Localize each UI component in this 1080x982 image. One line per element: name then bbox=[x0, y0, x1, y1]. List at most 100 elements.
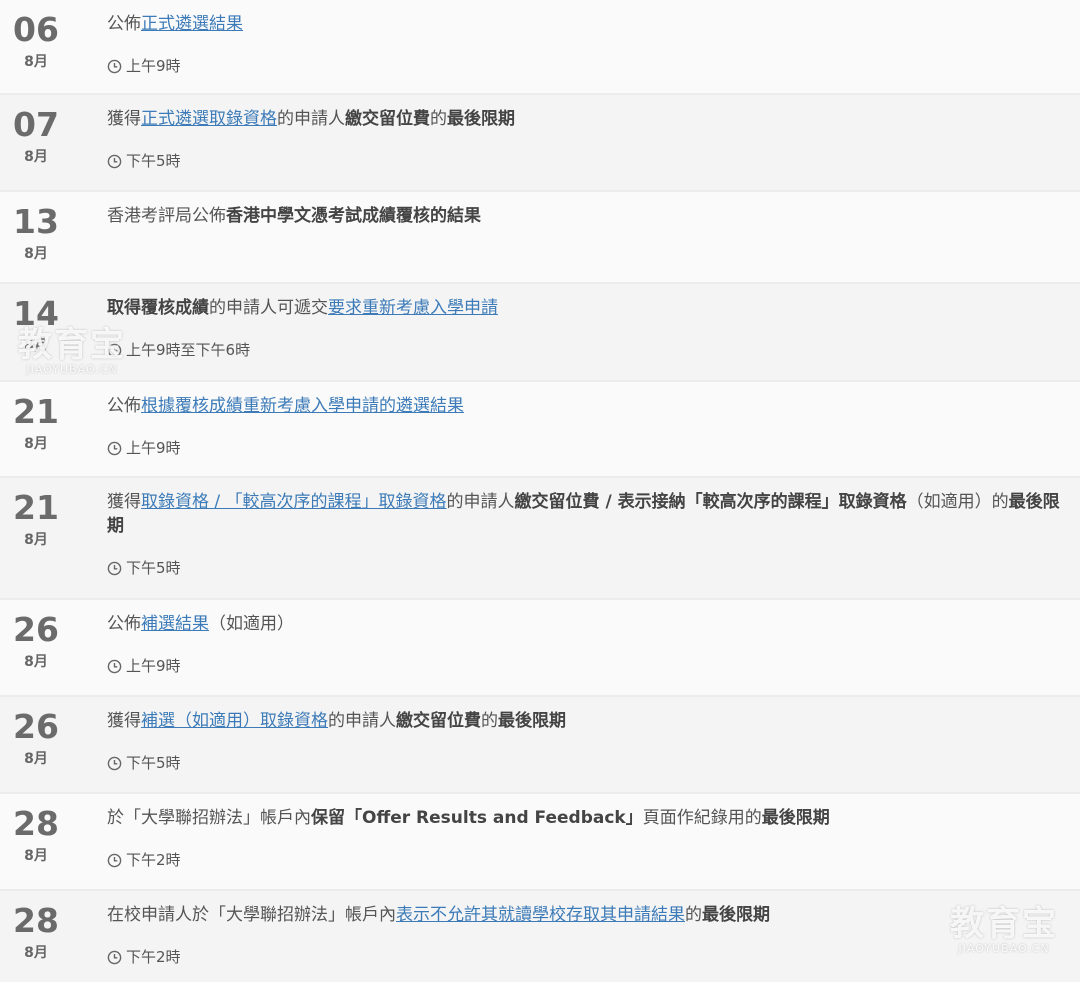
event-content: 於「大學聯招辦法」帳戶內保留「Offer Results and Feedbac… bbox=[107, 806, 1062, 870]
event-text: 的申請人 bbox=[328, 711, 396, 731]
event-text: 的申請人可遞交 bbox=[209, 298, 328, 318]
clock-icon bbox=[107, 154, 122, 168]
event-content: 獲得正式遴選取錄資格的申請人繳交留位費的最後限期 下午5時 bbox=[107, 107, 1062, 171]
clock-icon bbox=[107, 950, 122, 964]
event-time-text: 上午9時 bbox=[126, 657, 181, 675]
event-text: 的申請人 bbox=[277, 109, 345, 129]
date-month: 8月 bbox=[24, 532, 48, 548]
event-emphasis: 最後限期 bbox=[761, 808, 830, 828]
clock-icon bbox=[107, 659, 122, 673]
event-link[interactable]: 補選結果 bbox=[141, 614, 209, 634]
event-link[interactable]: 表示不允許其就讀學校存取其申請結果 bbox=[396, 905, 685, 925]
event-emphasis: 保留「Offer Results and Feedback」 bbox=[311, 808, 643, 828]
event-time: 下午5時 bbox=[107, 753, 1062, 773]
event-text: 公佈 bbox=[107, 14, 141, 34]
date-day: 26 bbox=[13, 610, 59, 649]
event-time: 上午9時 bbox=[107, 438, 1062, 458]
date-day: 21 bbox=[13, 392, 59, 431]
date-month: 8月 bbox=[24, 848, 48, 864]
event-content: 公佈正式遴選結果 上午9時 bbox=[107, 12, 1062, 76]
event-description: 獲得補選（如適用）取錄資格的申請人繳交留位費的最後限期 bbox=[107, 709, 1062, 733]
event-content: 公佈補選結果（如適用） 上午9時 bbox=[107, 612, 1062, 676]
event-time-text: 下午2時 bbox=[126, 851, 181, 869]
event-description: 公佈正式遴選結果 bbox=[107, 12, 1062, 36]
event-text: 獲得 bbox=[107, 109, 141, 129]
event-link[interactable]: 補選（如適用）取錄資格 bbox=[141, 711, 328, 731]
timeline-row: 28 8月 在校申請人於「大學聯招辦法」帳戶內表示不允許其就讀學校存取其申請結果… bbox=[0, 891, 1080, 982]
event-text: 公佈 bbox=[107, 614, 141, 634]
event-time-text: 下午5時 bbox=[126, 754, 181, 772]
date-day: 06 bbox=[13, 10, 59, 49]
event-content: 在校申請人於「大學聯招辦法」帳戶內表示不允許其就讀學校存取其申請結果的最後限期 … bbox=[107, 903, 1062, 967]
event-time-text: 上午9時至下午6時 bbox=[126, 341, 251, 359]
event-time: 下午2時 bbox=[107, 947, 1062, 967]
event-time: 下午5時 bbox=[107, 151, 1062, 171]
timeline: 06 8月 公佈正式遴選結果 上午9時 07 8月 獲得正式遴選取錄資格的申請人… bbox=[0, 0, 1080, 982]
event-content: 取得覆核成績的申請人可遞交要求重新考慮入學申請 上午9時至下午6時 bbox=[107, 296, 1062, 360]
event-time-text: 下午5時 bbox=[126, 559, 181, 577]
event-link[interactable]: 要求重新考慮入學申請 bbox=[328, 298, 498, 318]
date-block: 26 8月 bbox=[0, 707, 72, 769]
event-time-text: 下午5時 bbox=[126, 152, 181, 170]
timeline-row: 13 8月 香港考評局公佈香港中學文憑考試成績覆核的結果 bbox=[0, 192, 1080, 284]
date-month: 8月 bbox=[24, 149, 48, 165]
event-link[interactable]: 取錄資格 / 「較高次序的課程」取錄資格 bbox=[141, 492, 447, 512]
event-description: 獲得取錄資格 / 「較高次序的課程」取錄資格的申請人繳交留位費 / 表示接納「較… bbox=[107, 490, 1062, 538]
event-emphasis: 最後限期 bbox=[447, 109, 515, 129]
event-description: 於「大學聯招辦法」帳戶內保留「Offer Results and Feedbac… bbox=[107, 806, 1062, 830]
date-month: 8月 bbox=[24, 338, 48, 354]
date-block: 21 8月 bbox=[0, 488, 72, 550]
clock-icon bbox=[107, 756, 122, 770]
timeline-row: 28 8月 於「大學聯招辦法」帳戶內保留「Offer Results and F… bbox=[0, 794, 1080, 891]
date-block: 28 8月 bbox=[0, 901, 72, 963]
date-day: 21 bbox=[13, 488, 59, 527]
timeline-row: 07 8月 獲得正式遴選取錄資格的申請人繳交留位費的最後限期 下午5時 bbox=[0, 95, 1080, 192]
clock-icon bbox=[107, 59, 122, 73]
event-text: 於「大學聯招辦法」帳戶內 bbox=[107, 808, 311, 828]
event-description: 公佈補選結果（如適用） bbox=[107, 612, 1062, 636]
date-month: 8月 bbox=[24, 751, 48, 767]
event-text: 的 bbox=[685, 905, 702, 925]
event-text: 的 bbox=[481, 711, 498, 731]
event-description: 獲得正式遴選取錄資格的申請人繳交留位費的最後限期 bbox=[107, 107, 1062, 131]
timeline-row: 14 8月 取得覆核成績的申請人可遞交要求重新考慮入學申請 上午9時至下午6時 … bbox=[0, 284, 1080, 382]
clock-icon bbox=[107, 853, 122, 867]
timeline-row: 26 8月 獲得補選（如適用）取錄資格的申請人繳交留位費的最後限期 下午5時 bbox=[0, 697, 1080, 794]
event-text: （如適用） bbox=[209, 614, 294, 634]
event-description: 公佈根據覆核成績重新考慮入學申請的遴選結果 bbox=[107, 394, 1062, 418]
event-time: 下午5時 bbox=[107, 558, 1062, 578]
event-time-text: 下午2時 bbox=[126, 948, 181, 966]
event-text: 的 bbox=[430, 109, 447, 129]
date-month: 8月 bbox=[24, 945, 48, 961]
date-block: 26 8月 bbox=[0, 610, 72, 672]
timeline-row: 26 8月 公佈補選結果（如適用） 上午9時 bbox=[0, 600, 1080, 697]
event-link[interactable]: 根據覆核成績重新考慮入學申請的遴選結果 bbox=[141, 396, 464, 416]
event-time-text: 上午9時 bbox=[126, 57, 181, 75]
event-content: 獲得補選（如適用）取錄資格的申請人繳交留位費的最後限期 下午5時 bbox=[107, 709, 1062, 773]
event-emphasis: 繳交留位費 bbox=[345, 109, 430, 129]
event-text: 香港考評局公佈 bbox=[107, 206, 226, 226]
clock-icon bbox=[107, 441, 122, 455]
date-month: 8月 bbox=[24, 654, 48, 670]
event-text: 獲得 bbox=[107, 492, 141, 512]
date-day: 14 bbox=[13, 294, 59, 333]
event-description: 取得覆核成績的申請人可遞交要求重新考慮入學申請 bbox=[107, 296, 1062, 320]
event-time-text: 上午9時 bbox=[126, 439, 181, 457]
event-content: 獲得取錄資格 / 「較高次序的課程」取錄資格的申請人繳交留位費 / 表示接納「較… bbox=[107, 490, 1062, 578]
event-text: （如適用）的 bbox=[906, 492, 1009, 512]
event-emphasis: 香港中學文憑考試成績覆核的結果 bbox=[226, 206, 481, 226]
timeline-row: 06 8月 公佈正式遴選結果 上午9時 bbox=[0, 0, 1080, 95]
event-text: 頁面作紀錄用的 bbox=[642, 808, 762, 828]
date-day: 13 bbox=[13, 202, 59, 241]
date-block: 14 8月 bbox=[0, 294, 72, 356]
event-time: 上午9時 bbox=[107, 656, 1062, 676]
event-emphasis: 最後限期 bbox=[498, 711, 566, 731]
date-block: 21 8月 bbox=[0, 392, 72, 454]
event-link[interactable]: 正式遴選取錄資格 bbox=[141, 109, 277, 129]
event-emphasis: 繳交留位費 bbox=[396, 711, 481, 731]
event-link[interactable]: 正式遴選結果 bbox=[141, 14, 243, 34]
date-month: 8月 bbox=[24, 54, 48, 70]
event-text: 獲得 bbox=[107, 711, 141, 731]
date-block: 28 8月 bbox=[0, 804, 72, 866]
timeline-row: 21 8月 公佈根據覆核成績重新考慮入學申請的遴選結果 上午9時 bbox=[0, 382, 1080, 478]
